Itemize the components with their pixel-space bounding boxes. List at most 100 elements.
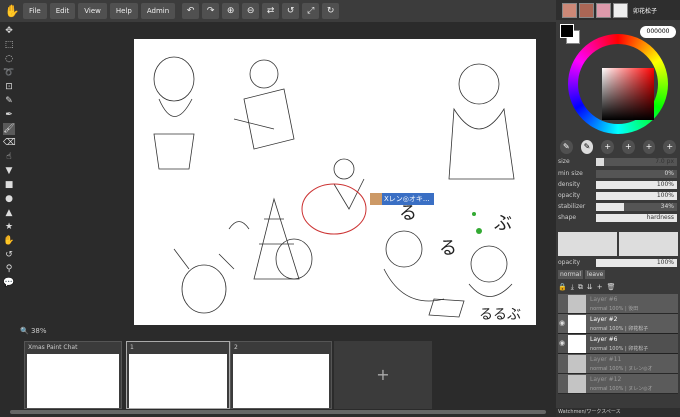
- layer-thumbnail: [568, 295, 586, 313]
- stabilizer-bar[interactable]: 34%: [596, 203, 677, 211]
- redo-icon[interactable]: ↷: [202, 3, 220, 19]
- panel-card[interactable]: Xmas Paint Chat: [24, 341, 122, 409]
- eraser-icon[interactable]: ⌫: [3, 137, 16, 149]
- zoom-out-icon[interactable]: ⊖: [242, 3, 260, 19]
- add-layer-icon[interactable]: +: [597, 283, 603, 293]
- zoom-icon[interactable]: ⚲: [3, 263, 15, 275]
- brush-add-icon[interactable]: +: [663, 140, 677, 154]
- min-size-value: 0%: [664, 170, 674, 177]
- panel-title: 1: [130, 344, 134, 351]
- circle-icon[interactable]: ●: [3, 193, 15, 205]
- min-size-slider[interactable]: min size 0%: [558, 169, 678, 179]
- density-bar[interactable]: 100%: [596, 181, 677, 189]
- rotate-view-icon[interactable]: ↺: [3, 249, 15, 261]
- eyedropper-icon[interactable]: ✎: [3, 95, 15, 107]
- footer-status: Watchmen/ワークスペース: [556, 408, 680, 417]
- rect-select-icon[interactable]: ⬚: [3, 39, 15, 51]
- undo-icon[interactable]: ↶: [182, 3, 200, 19]
- brush-preset-1-icon[interactable]: ✎: [560, 140, 573, 154]
- brush-preset-2-icon[interactable]: ✎: [580, 140, 594, 154]
- visibility-eye-icon[interactable]: ◉: [559, 319, 565, 327]
- brush-add-icon[interactable]: +: [622, 140, 635, 154]
- hand-icon[interactable]: ✋: [3, 235, 15, 247]
- layer-row[interactable]: Layer #11 normal 100% | ヌレン◎オ: [558, 354, 678, 374]
- user-avatar[interactable]: [562, 2, 577, 18]
- layer-row[interactable]: Layer #6 normal 100% | 後田: [558, 294, 678, 314]
- panel-card[interactable]: 1: [126, 341, 230, 409]
- shape-icon[interactable]: ▲: [3, 207, 15, 219]
- move-icon[interactable]: ✥: [3, 25, 15, 37]
- size-value: 7.0 px: [655, 158, 674, 165]
- layer-row[interactable]: Layer #12 normal 100% | ヌレン◎オ: [558, 374, 678, 394]
- opacity-slider[interactable]: opacity 100%: [558, 191, 678, 201]
- foreground-color-swatch[interactable]: [560, 24, 574, 38]
- user-avatar[interactable]: [596, 2, 611, 18]
- zoom-in-icon[interactable]: ⊕: [222, 3, 240, 19]
- density-slider[interactable]: density 100%: [558, 180, 678, 190]
- brush-add-icon[interactable]: +: [642, 140, 656, 154]
- fullscreen-icon[interactable]: ⤢: [302, 3, 320, 19]
- pen-icon[interactable]: ✒: [3, 109, 15, 121]
- add-panel-button[interactable]: +: [334, 341, 432, 409]
- menu-file[interactable]: File: [23, 3, 47, 19]
- smudge-icon[interactable]: ☝: [3, 151, 15, 163]
- layer-opacity-bar[interactable]: 100%: [596, 259, 677, 267]
- min-size-bar[interactable]: 0%: [596, 170, 677, 178]
- user-avatar[interactable]: [579, 2, 594, 18]
- layer-meta: normal 100% | ヌレン◎オ: [590, 386, 653, 392]
- menu-view[interactable]: View: [78, 3, 107, 19]
- panel-scrollbar[interactable]: [10, 410, 546, 414]
- hardness-bar[interactable]: hardness: [596, 214, 677, 222]
- layer-row[interactable]: ◉ Layer #2 normal 100% | 卯花松子: [558, 314, 678, 334]
- size-slider[interactable]: size 7.0 px: [558, 157, 678, 167]
- layer-row[interactable]: ◉ Layer #6 normal 100% | 卯花松子: [558, 334, 678, 354]
- hand-logo-icon[interactable]: ✋: [4, 3, 20, 19]
- stabilizer-slider[interactable]: stabilizer 34%: [558, 202, 678, 212]
- opacity-bar[interactable]: 100%: [596, 192, 677, 200]
- brush-icon[interactable]: 🖌: [3, 123, 15, 135]
- merge-icon[interactable]: ⇊: [587, 283, 593, 293]
- clip-icon[interactable]: ⤓: [571, 283, 574, 293]
- panel-title: 2: [234, 344, 238, 351]
- leave-button[interactable]: leave: [585, 270, 606, 279]
- size-fill: [596, 158, 605, 166]
- fill-icon[interactable]: ▼: [3, 165, 15, 177]
- brush-add-icon[interactable]: +: [601, 140, 615, 154]
- saturation-value-square[interactable]: [602, 68, 654, 120]
- lock-icon[interactable]: 🔒: [558, 283, 567, 293]
- stroke-preview[interactable]: [619, 232, 678, 256]
- visibility-eye-icon[interactable]: ◉: [559, 339, 565, 347]
- color-wheel[interactable]: [568, 34, 668, 134]
- rect-icon[interactable]: ■: [3, 179, 15, 191]
- delete-layer-icon[interactable]: 🗑: [607, 283, 616, 293]
- flip-icon[interactable]: ⇄: [262, 3, 280, 19]
- size-bar[interactable]: 7.0 px: [596, 158, 677, 166]
- size-label: size: [558, 158, 570, 165]
- panel-card[interactable]: 2: [230, 341, 332, 409]
- star-icon[interactable]: ★: [3, 221, 15, 233]
- rotate-icon[interactable]: ↺: [282, 3, 300, 19]
- stroke-preview[interactable]: [558, 232, 617, 256]
- layer-thumbnail: [568, 375, 586, 393]
- menu-admin[interactable]: Admin: [140, 3, 176, 19]
- user-avatar[interactable]: [613, 2, 628, 18]
- hex-color-input[interactable]: 000000: [640, 26, 676, 38]
- drawing-canvas[interactable]: ぶ る る るるぶ: [134, 39, 536, 325]
- chat-icon[interactable]: 💬: [3, 277, 15, 289]
- remote-cursor-label: Xレン◎オキ...: [370, 193, 434, 205]
- shape-control[interactable]: shape hardness: [558, 213, 678, 223]
- menu-edit[interactable]: Edit: [49, 3, 76, 19]
- reset-icon[interactable]: ↻: [322, 3, 340, 19]
- canvas-area[interactable]: ぶ る る るるぶ Xレン◎オキ... ☎ 💬: [18, 22, 569, 355]
- transform-icon[interactable]: ⊡: [3, 81, 15, 93]
- lasso-icon[interactable]: ➰: [3, 67, 15, 79]
- opacity-label: opacity: [558, 192, 581, 199]
- duplicate-icon[interactable]: ⧉: [578, 283, 583, 293]
- ellipse-select-icon[interactable]: ◌: [3, 53, 15, 65]
- stabilizer-value: 34%: [660, 203, 674, 210]
- min-size-label: min size: [558, 170, 583, 177]
- layer-opacity-slider[interactable]: opacity 100%: [558, 258, 678, 268]
- menu-help[interactable]: Help: [109, 3, 138, 19]
- layer-name: Layer #12: [590, 376, 622, 383]
- blend-mode-select[interactable]: normal: [558, 270, 584, 279]
